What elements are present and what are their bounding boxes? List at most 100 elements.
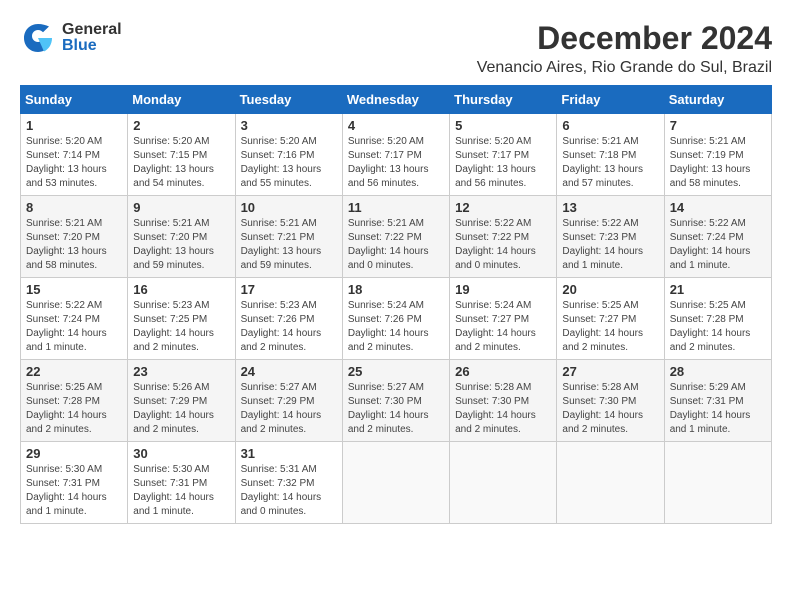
calendar-cell: 6Sunrise: 5:21 AM Sunset: 7:18 PM Daylig… bbox=[557, 114, 664, 196]
logo-text: General Blue bbox=[62, 22, 122, 54]
calendar-cell: 3 Sunrise: 5:20 AM Sunset: 7:16 PM Daylig… bbox=[235, 114, 342, 196]
day-number: 12 bbox=[455, 200, 551, 215]
calendar-table: Sunday Monday Tuesday Wednesday Thursday… bbox=[20, 85, 772, 524]
day-info: Sunrise: 5:31 AM Sunset: 7:32 PM Dayligh… bbox=[241, 463, 337, 519]
calendar-cell: 15 Sunrise: 5:22 AM Sunset: 7:24 PM Dayli… bbox=[21, 278, 128, 360]
day-info: Sunrise: 5:28 AM Sunset: 7:30 PM Dayligh… bbox=[455, 381, 551, 437]
day-info: Sunrise: 5:30 AM Sunset: 7:31 PM Dayligh… bbox=[133, 463, 229, 519]
logo-blue: Blue bbox=[62, 38, 122, 54]
day-info: Sunrise: 5:23 AM Sunset: 7:26 PM Dayligh… bbox=[241, 299, 337, 355]
day-info: Sunrise: 5:23 AM Sunset: 7:25 PM Dayligh… bbox=[133, 299, 229, 355]
day-number: 28 bbox=[670, 364, 766, 379]
day-number: 3 bbox=[241, 118, 337, 133]
calendar-cell: 24 Sunrise: 5:27 AM Sunset: 7:29 PM Dayli… bbox=[235, 360, 342, 442]
col-sunday: Sunday bbox=[21, 86, 128, 114]
day-info: Sunrise: 5:20 AM Sunset: 7:16 PM Dayligh… bbox=[241, 135, 337, 191]
day-number: 21 bbox=[670, 282, 766, 297]
calendar-cell: 4 Sunrise: 5:20 AM Sunset: 7:17 PM Daylig… bbox=[342, 114, 449, 196]
calendar-cell: 22 Sunrise: 5:25 AM Sunset: 7:28 PM Dayli… bbox=[21, 360, 128, 442]
day-info: Sunrise: 5:25 AM Sunset: 7:28 PM Dayligh… bbox=[670, 299, 766, 355]
calendar-cell: 16 Sunrise: 5:23 AM Sunset: 7:25 PM Dayli… bbox=[128, 278, 235, 360]
calendar-row: 8 Sunrise: 5:21 AM Sunset: 7:20 PM Daylig… bbox=[21, 196, 772, 278]
calendar-cell: 2Sunrise: 5:20 AM Sunset: 7:15 PM Daylig… bbox=[128, 114, 235, 196]
calendar-row: 15 Sunrise: 5:22 AM Sunset: 7:24 PM Dayli… bbox=[21, 278, 772, 360]
col-wednesday: Wednesday bbox=[342, 86, 449, 114]
calendar-cell: 23Sunrise: 5:26 AM Sunset: 7:29 PM Dayli… bbox=[128, 360, 235, 442]
calendar-cell: 1Sunrise: 5:20 AM Sunset: 7:14 PM Daylig… bbox=[21, 114, 128, 196]
day-number: 18 bbox=[348, 282, 444, 297]
day-number: 29 bbox=[26, 446, 122, 461]
day-number: 2 bbox=[133, 118, 229, 133]
calendar-row: 22 Sunrise: 5:25 AM Sunset: 7:28 PM Dayli… bbox=[21, 360, 772, 442]
day-number: 10 bbox=[241, 200, 337, 215]
calendar-body: 1Sunrise: 5:20 AM Sunset: 7:14 PM Daylig… bbox=[21, 114, 772, 524]
day-info: Sunrise: 5:25 AM Sunset: 7:28 PM Dayligh… bbox=[26, 381, 122, 437]
logo-general: General bbox=[62, 22, 122, 38]
day-number: 6 bbox=[562, 118, 658, 133]
day-info: Sunrise: 5:29 AM Sunset: 7:31 PM Dayligh… bbox=[670, 381, 766, 437]
logo-icon bbox=[20, 20, 56, 56]
calendar-cell: 21 Sunrise: 5:25 AM Sunset: 7:28 PM Dayli… bbox=[664, 278, 771, 360]
logo: General Blue bbox=[20, 20, 122, 56]
day-number: 27 bbox=[562, 364, 658, 379]
calendar-cell: 5Sunrise: 5:20 AM Sunset: 7:17 PM Daylig… bbox=[450, 114, 557, 196]
day-number: 24 bbox=[241, 364, 337, 379]
calendar-cell: 19Sunrise: 5:24 AM Sunset: 7:27 PM Dayli… bbox=[450, 278, 557, 360]
col-monday: Monday bbox=[128, 86, 235, 114]
calendar-cell: 20Sunrise: 5:25 AM Sunset: 7:27 PM Dayli… bbox=[557, 278, 664, 360]
calendar-cell: 13Sunrise: 5:22 AM Sunset: 7:23 PM Dayli… bbox=[557, 196, 664, 278]
col-saturday: Saturday bbox=[664, 86, 771, 114]
calendar-cell bbox=[342, 442, 449, 524]
day-number: 14 bbox=[670, 200, 766, 215]
day-number: 7 bbox=[670, 118, 766, 133]
calendar-cell bbox=[664, 442, 771, 524]
day-number: 16 bbox=[133, 282, 229, 297]
calendar-cell: 11 Sunrise: 5:21 AM Sunset: 7:22 PM Dayli… bbox=[342, 196, 449, 278]
day-info: Sunrise: 5:20 AM Sunset: 7:14 PM Dayligh… bbox=[26, 135, 122, 191]
calendar-cell bbox=[557, 442, 664, 524]
day-number: 26 bbox=[455, 364, 551, 379]
title-section: December 2024 Venancio Aires, Rio Grande… bbox=[477, 20, 772, 77]
calendar-cell: 29 Sunrise: 5:30 AM Sunset: 7:31 PM Dayli… bbox=[21, 442, 128, 524]
day-info: Sunrise: 5:22 AM Sunset: 7:24 PM Dayligh… bbox=[670, 217, 766, 273]
day-number: 30 bbox=[133, 446, 229, 461]
calendar-header-row: Sunday Monday Tuesday Wednesday Thursday… bbox=[21, 86, 772, 114]
day-info: Sunrise: 5:28 AM Sunset: 7:30 PM Dayligh… bbox=[562, 381, 658, 437]
day-number: 13 bbox=[562, 200, 658, 215]
day-info: Sunrise: 5:21 AM Sunset: 7:19 PM Dayligh… bbox=[670, 135, 766, 191]
day-number: 31 bbox=[241, 446, 337, 461]
day-number: 23 bbox=[133, 364, 229, 379]
page-header: General Blue December 2024 Venancio Aire… bbox=[20, 20, 772, 77]
day-info: Sunrise: 5:25 AM Sunset: 7:27 PM Dayligh… bbox=[562, 299, 658, 355]
calendar-row: 29 Sunrise: 5:30 AM Sunset: 7:31 PM Dayli… bbox=[21, 442, 772, 524]
day-info: Sunrise: 5:27 AM Sunset: 7:29 PM Dayligh… bbox=[241, 381, 337, 437]
day-info: Sunrise: 5:21 AM Sunset: 7:21 PM Dayligh… bbox=[241, 217, 337, 273]
day-info: Sunrise: 5:21 AM Sunset: 7:22 PM Dayligh… bbox=[348, 217, 444, 273]
day-info: Sunrise: 5:30 AM Sunset: 7:31 PM Dayligh… bbox=[26, 463, 122, 519]
day-number: 8 bbox=[26, 200, 122, 215]
day-info: Sunrise: 5:21 AM Sunset: 7:20 PM Dayligh… bbox=[133, 217, 229, 273]
calendar-cell bbox=[450, 442, 557, 524]
calendar-cell: 25 Sunrise: 5:27 AM Sunset: 7:30 PM Dayli… bbox=[342, 360, 449, 442]
day-number: 11 bbox=[348, 200, 444, 215]
day-number: 4 bbox=[348, 118, 444, 133]
day-number: 22 bbox=[26, 364, 122, 379]
day-info: Sunrise: 5:27 AM Sunset: 7:30 PM Dayligh… bbox=[348, 381, 444, 437]
day-info: Sunrise: 5:24 AM Sunset: 7:27 PM Dayligh… bbox=[455, 299, 551, 355]
calendar-cell: 31 Sunrise: 5:31 AM Sunset: 7:32 PM Dayli… bbox=[235, 442, 342, 524]
calendar-cell: 18 Sunrise: 5:24 AM Sunset: 7:26 PM Dayli… bbox=[342, 278, 449, 360]
page-title: December 2024 bbox=[477, 20, 772, 57]
calendar-cell: 7 Sunrise: 5:21 AM Sunset: 7:19 PM Daylig… bbox=[664, 114, 771, 196]
day-info: Sunrise: 5:24 AM Sunset: 7:26 PM Dayligh… bbox=[348, 299, 444, 355]
day-info: Sunrise: 5:20 AM Sunset: 7:17 PM Dayligh… bbox=[348, 135, 444, 191]
day-number: 25 bbox=[348, 364, 444, 379]
calendar-cell: 27 Sunrise: 5:28 AM Sunset: 7:30 PM Dayli… bbox=[557, 360, 664, 442]
day-info: Sunrise: 5:22 AM Sunset: 7:22 PM Dayligh… bbox=[455, 217, 551, 273]
day-number: 9 bbox=[133, 200, 229, 215]
day-number: 15 bbox=[26, 282, 122, 297]
calendar-cell: 17Sunrise: 5:23 AM Sunset: 7:26 PM Dayli… bbox=[235, 278, 342, 360]
calendar-cell: 28 Sunrise: 5:29 AM Sunset: 7:31 PM Dayli… bbox=[664, 360, 771, 442]
calendar-row: 1Sunrise: 5:20 AM Sunset: 7:14 PM Daylig… bbox=[21, 114, 772, 196]
day-info: Sunrise: 5:22 AM Sunset: 7:24 PM Dayligh… bbox=[26, 299, 122, 355]
page-subtitle: Venancio Aires, Rio Grande do Sul, Brazi… bbox=[477, 59, 772, 77]
